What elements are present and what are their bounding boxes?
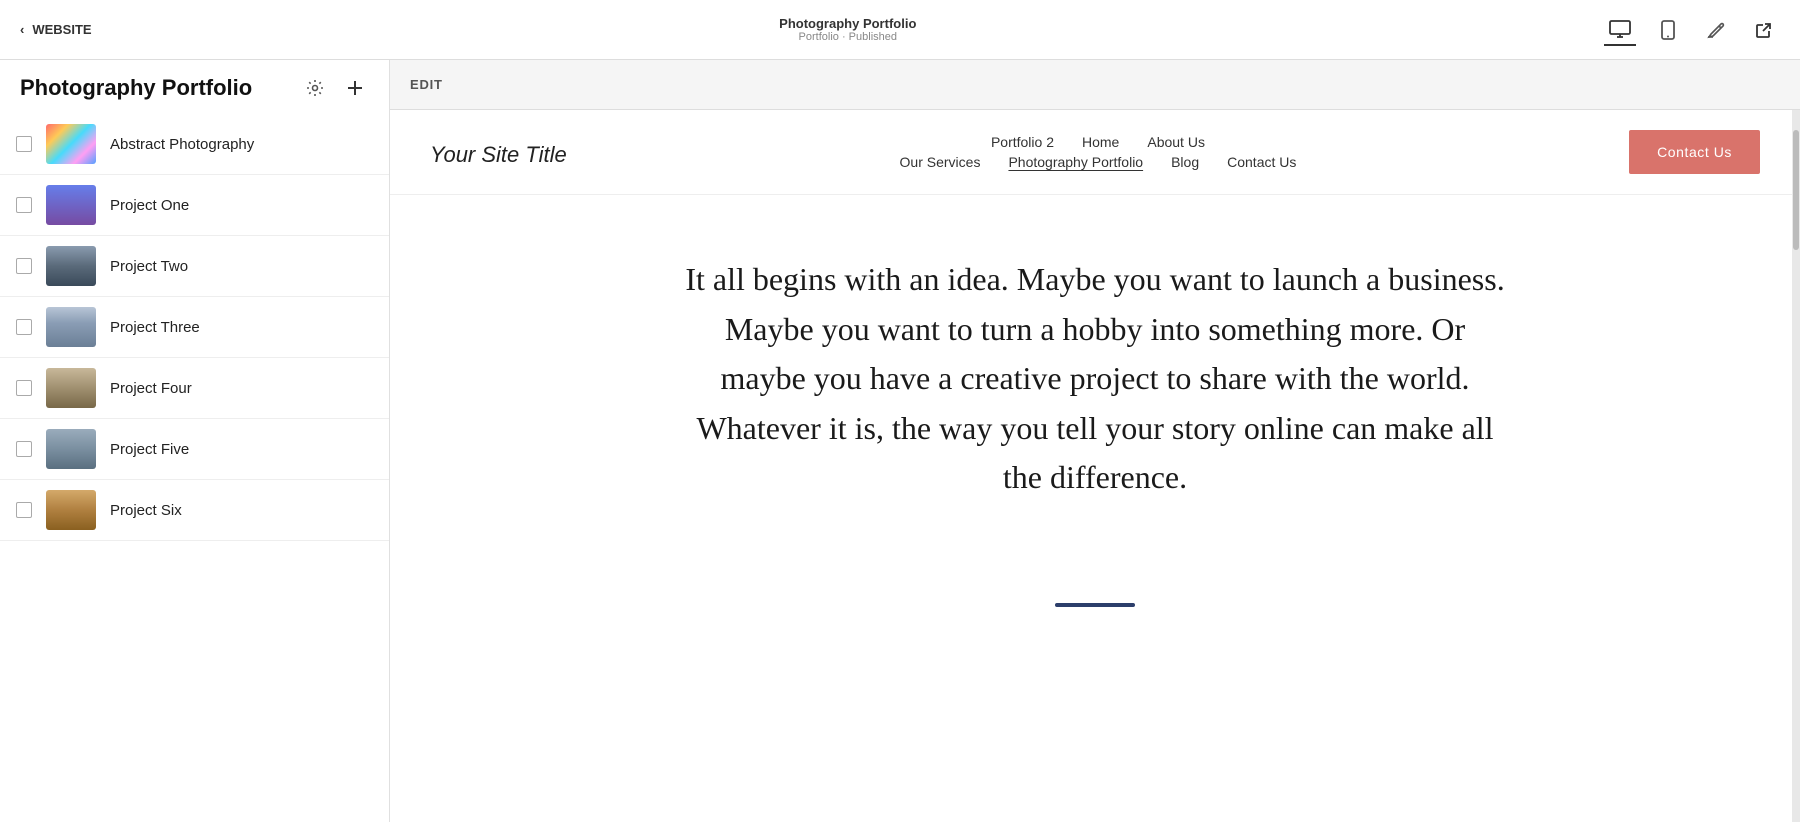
list-item[interactable]: Project Four bbox=[0, 358, 389, 419]
site-info: Photography Portfolio Portfolio · Publis… bbox=[779, 16, 916, 43]
item-thumbnail bbox=[46, 429, 96, 469]
back-label: WEBSITE bbox=[32, 22, 91, 37]
preview-site-title: Your Site Title bbox=[430, 134, 567, 168]
item-label: Project Two bbox=[110, 258, 188, 275]
item-checkbox[interactable] bbox=[16, 136, 32, 152]
nav-link-blog[interactable]: Blog bbox=[1171, 154, 1199, 170]
nav-row-1: Portfolio 2 Home About Us bbox=[991, 134, 1205, 150]
item-thumbnail bbox=[46, 490, 96, 530]
nav-link-portfolio2[interactable]: Portfolio 2 bbox=[991, 134, 1054, 150]
nav-link-contact[interactable]: Contact Us bbox=[1227, 154, 1296, 170]
top-bar: ‹ WEBSITE Photography Portfolio Portfoli… bbox=[0, 0, 1800, 60]
open-external-icon[interactable] bbox=[1748, 14, 1780, 46]
contact-us-button[interactable]: Contact Us bbox=[1629, 130, 1760, 174]
list-item[interactable]: Project Five bbox=[0, 419, 389, 480]
edit-bar: EDIT bbox=[390, 60, 1800, 110]
preview-nav-links: Portfolio 2 Home About Us Our Services P… bbox=[900, 134, 1297, 170]
item-label: Project Three bbox=[110, 319, 200, 336]
scroll-indicator bbox=[1055, 603, 1135, 607]
website-preview: Your Site Title Portfolio 2 Home About U… bbox=[390, 110, 1800, 822]
item-checkbox[interactable] bbox=[16, 380, 32, 396]
item-thumbnail bbox=[46, 124, 96, 164]
nav-link-about[interactable]: About Us bbox=[1147, 134, 1205, 150]
back-arrow-icon: ‹ bbox=[20, 22, 24, 37]
nav-link-home[interactable]: Home bbox=[1082, 134, 1119, 150]
edit-design-icon[interactable] bbox=[1700, 14, 1732, 46]
item-label: Project Four bbox=[110, 380, 192, 397]
item-checkbox[interactable] bbox=[16, 502, 32, 518]
list-item[interactable]: Abstract Photography bbox=[0, 114, 389, 175]
toolbar-actions bbox=[1604, 14, 1780, 46]
mobile-view-icon[interactable] bbox=[1652, 14, 1684, 46]
preview-area: EDIT Your Site Title Portfolio 2 Home Ab… bbox=[390, 60, 1800, 822]
preview-scrollbar[interactable] bbox=[1792, 110, 1800, 822]
item-checkbox[interactable] bbox=[16, 319, 32, 335]
sidebar-title-row: Photography Portfolio bbox=[0, 60, 389, 110]
item-checkbox[interactable] bbox=[16, 197, 32, 213]
preview-content: It all begins with an idea. Maybe you wa… bbox=[390, 195, 1800, 583]
desktop-view-icon[interactable] bbox=[1604, 14, 1636, 46]
sidebar-title: Photography Portfolio bbox=[20, 75, 252, 101]
item-label: Project Six bbox=[110, 502, 182, 519]
preview-nav: Your Site Title Portfolio 2 Home About U… bbox=[390, 110, 1800, 195]
site-name: Photography Portfolio bbox=[779, 16, 916, 31]
site-status: Portfolio · Published bbox=[799, 31, 897, 43]
item-checkbox[interactable] bbox=[16, 441, 32, 457]
item-label: Project Five bbox=[110, 441, 189, 458]
item-checkbox[interactable] bbox=[16, 258, 32, 274]
scrollbar-thumb bbox=[1793, 130, 1799, 250]
sidebar: Photography Portfolio bbox=[0, 60, 390, 822]
item-thumbnail bbox=[46, 307, 96, 347]
preview-bottom bbox=[390, 583, 1800, 627]
list-item[interactable]: Project Six bbox=[0, 480, 389, 541]
item-label: Project One bbox=[110, 197, 189, 214]
back-to-website[interactable]: ‹ WEBSITE bbox=[20, 22, 92, 37]
item-thumbnail bbox=[46, 368, 96, 408]
nav-link-photography-portfolio[interactable]: Photography Portfolio bbox=[1008, 154, 1143, 170]
settings-icon[interactable] bbox=[301, 74, 329, 102]
item-label: Abstract Photography bbox=[110, 136, 254, 153]
list-item[interactable]: Project One bbox=[0, 175, 389, 236]
preview-body-text: It all begins with an idea. Maybe you wa… bbox=[685, 255, 1505, 503]
item-thumbnail bbox=[46, 246, 96, 286]
list-item[interactable]: Project Three bbox=[0, 297, 389, 358]
sidebar-list: Abstract Photography Project One Project… bbox=[0, 110, 389, 545]
main-layout: Photography Portfolio bbox=[0, 60, 1800, 822]
list-item[interactable]: Project Two bbox=[0, 236, 389, 297]
sidebar-title-actions bbox=[301, 74, 369, 102]
add-item-icon[interactable] bbox=[341, 74, 369, 102]
nav-link-services[interactable]: Our Services bbox=[900, 154, 981, 170]
item-thumbnail bbox=[46, 185, 96, 225]
edit-label: EDIT bbox=[410, 77, 443, 92]
nav-row-2: Our Services Photography Portfolio Blog … bbox=[900, 154, 1297, 170]
